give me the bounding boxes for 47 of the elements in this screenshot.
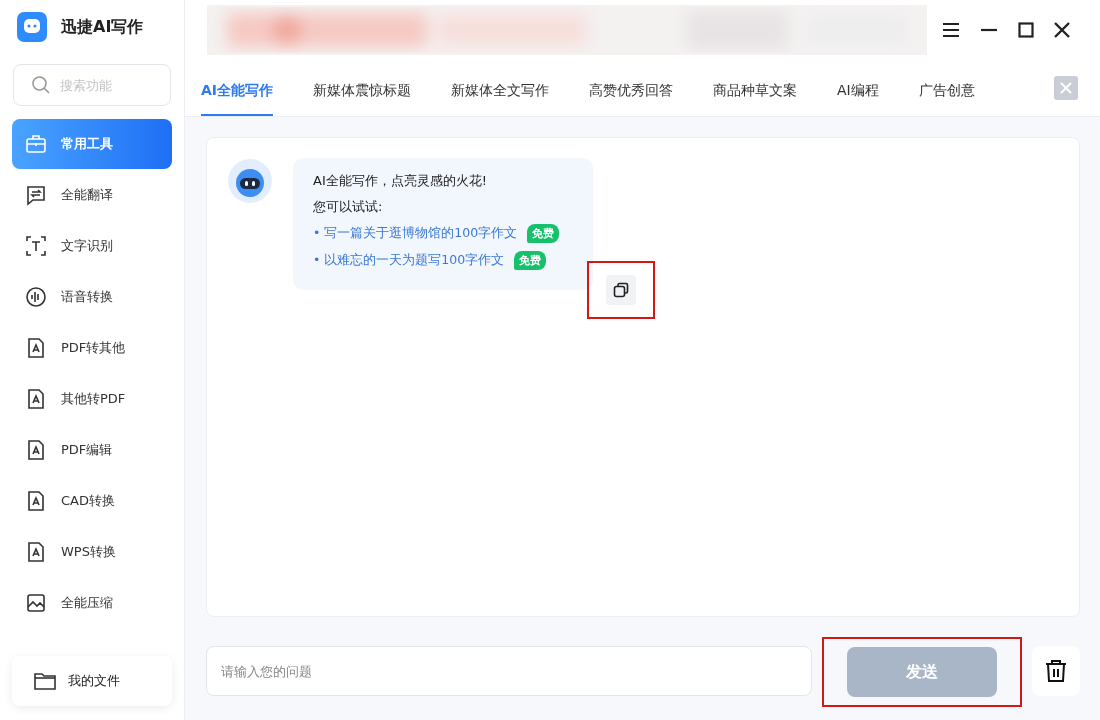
maximize-icon[interactable]	[1018, 22, 1034, 38]
document-icon	[25, 388, 47, 410]
document-icon	[25, 490, 47, 512]
my-files-button[interactable]: 我的文件	[12, 656, 172, 706]
tab[interactable]: 广告创意	[918, 82, 975, 116]
document-icon	[25, 541, 47, 563]
sidebar-item[interactable]: PDF转其他	[12, 323, 172, 373]
tab[interactable]: 新媒体全文写作	[451, 82, 550, 116]
tab[interactable]: 高赞优秀回答	[589, 82, 674, 116]
question-field[interactable]: 请输入您的问题	[206, 646, 813, 696]
delete-button[interactable]	[1032, 646, 1080, 696]
tab[interactable]: 新媒体震惊标题	[313, 82, 412, 116]
sidebar-item[interactable]: 其他转PDF	[12, 374, 172, 424]
sidebar-item[interactable]: 全能翻译	[12, 170, 172, 220]
hint-text: 您可以试试:	[313, 198, 384, 216]
robot-avatar-icon	[227, 158, 273, 204]
menu-icon[interactable]	[942, 22, 960, 38]
app-title: 迅捷AI写作	[61, 16, 144, 38]
document-gear-icon	[25, 439, 47, 461]
tab[interactable]: AI编程	[837, 82, 879, 116]
close-icon	[1060, 82, 1072, 94]
greeting-text: AI全能写作，点亮灵感的火花!	[313, 172, 488, 190]
image-icon	[25, 592, 47, 614]
tab[interactable]: AI全能写作	[201, 82, 274, 116]
sidebar-item[interactable]: 文字识别	[12, 221, 172, 271]
copy-button[interactable]	[606, 275, 636, 305]
tab[interactable]: 商品种草文案	[713, 82, 798, 116]
toolbox-icon	[25, 133, 47, 155]
sidebar-item[interactable]: WPS转换	[12, 527, 172, 577]
document-icon	[25, 337, 47, 359]
sidebar-item[interactable]: CAD转换	[12, 476, 172, 526]
sound-wave-icon	[25, 286, 47, 308]
sidebar-item[interactable]: PDF编辑	[12, 425, 172, 475]
suggestion-link[interactable]: • 以难忘的一天为题写100字作文	[313, 252, 505, 269]
text-frame-icon	[25, 235, 47, 257]
trash-icon	[1045, 659, 1068, 683]
close-icon[interactable]	[1054, 22, 1070, 38]
suggestion-link[interactable]: • 写一篇关于逛博物馆的100字作文	[313, 225, 518, 242]
folder-icon	[34, 671, 56, 691]
chat-bubble-icon	[25, 184, 47, 206]
app-logo-icon	[17, 12, 47, 42]
copy-icon	[613, 282, 629, 298]
sidebar-item[interactable]: 语音转换	[12, 272, 172, 322]
free-badge: 免费	[527, 224, 560, 243]
search-field[interactable]: 搜索功能	[13, 64, 171, 106]
free-badge: 免费	[514, 251, 547, 270]
sidebar-item[interactable]: 全能压缩	[12, 578, 172, 628]
